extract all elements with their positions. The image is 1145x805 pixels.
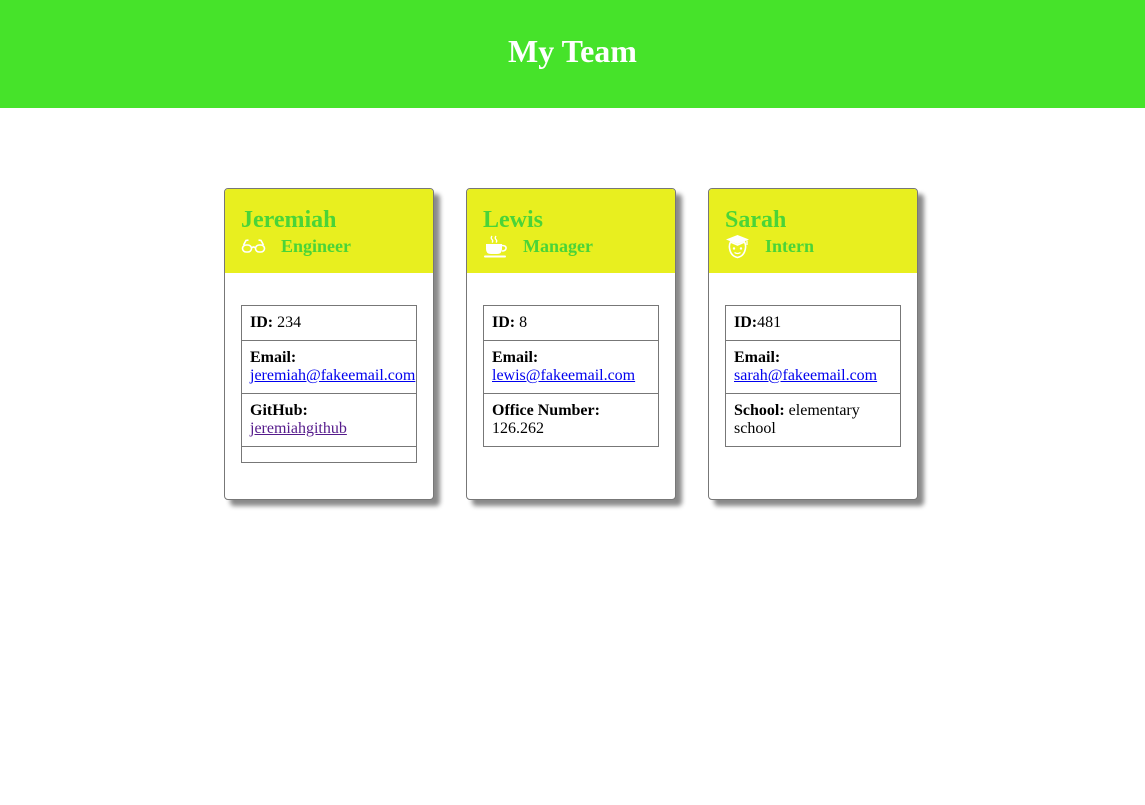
employee-name: Sarah	[725, 207, 787, 233]
email-label: Email:	[734, 349, 781, 366]
page-header: My Team	[0, 0, 1145, 108]
github-item: GitHub: jeremiahgithub	[241, 393, 417, 447]
employee-role: Engineer	[281, 236, 351, 256]
email-link[interactable]: jeremiah@fakeemail.com	[250, 367, 415, 384]
email-label: Email:	[492, 349, 539, 366]
employee-role: Manager	[523, 236, 593, 256]
role-row: Engineer	[241, 233, 351, 259]
employee-card-engineer: Jeremiah Engineer ID: 234 Email: jeremiah…	[224, 188, 434, 500]
coffee-cup-icon	[483, 234, 508, 259]
id-value: 481	[757, 314, 782, 331]
glasses-icon	[241, 234, 266, 259]
employee-card-intern: Sarah Intern ID:481 Email: sarah@fakeemai…	[708, 188, 918, 500]
card-header: Lewis Manager	[467, 189, 675, 273]
role-row: Manager	[483, 233, 593, 259]
employee-role: Intern	[765, 236, 814, 256]
email-item: Email: lewis@fakeemail.com	[483, 340, 659, 394]
email-item: Email: sarah@fakeemail.com	[725, 340, 901, 394]
github-label: GitHub:	[250, 402, 308, 419]
card-header: Jeremiah Engineer	[225, 189, 433, 273]
employee-card-manager: Lewis Manager ID: 8 Email: lewis@fakeemai…	[466, 188, 676, 500]
id-label: ID:	[734, 314, 758, 331]
email-label: Email:	[250, 349, 297, 366]
id-label: ID:	[492, 314, 516, 331]
id-value: 8	[515, 314, 528, 331]
office-number-item: Office Number: 126.262	[483, 393, 659, 447]
role-row: Intern	[725, 233, 814, 259]
page-title: My Team	[508, 33, 637, 69]
empty-item	[241, 446, 417, 463]
github-link[interactable]: jeremiahgithub	[250, 420, 347, 437]
card-header: Sarah Intern	[709, 189, 917, 273]
employee-name: Jeremiah	[241, 207, 337, 233]
info-list: ID: 234 Email: jeremiah@fakeemail.com Git…	[241, 305, 417, 463]
id-item: ID:481	[725, 305, 901, 341]
email-item: Email: jeremiah@fakeemail.com	[241, 340, 417, 394]
email-link[interactable]: sarah@fakeemail.com	[734, 367, 877, 384]
info-list: ID:481 Email: sarah@fakeemail.com School:…	[725, 305, 901, 447]
school-label: School:	[734, 402, 785, 419]
office-number-value: 126.262	[492, 420, 544, 437]
office-number-label: Office Number:	[492, 402, 600, 419]
id-label: ID:	[250, 314, 274, 331]
employee-name: Lewis	[483, 207, 543, 233]
id-value: 234	[273, 314, 302, 331]
id-item: ID: 8	[483, 305, 659, 341]
id-item: ID: 234	[241, 305, 417, 341]
school-item: School: elementary school	[725, 393, 901, 447]
email-link[interactable]: lewis@fakeemail.com	[492, 367, 635, 384]
graduate-icon	[725, 234, 750, 259]
info-list: ID: 8 Email: lewis@fakeemail.com Office N…	[483, 305, 659, 447]
